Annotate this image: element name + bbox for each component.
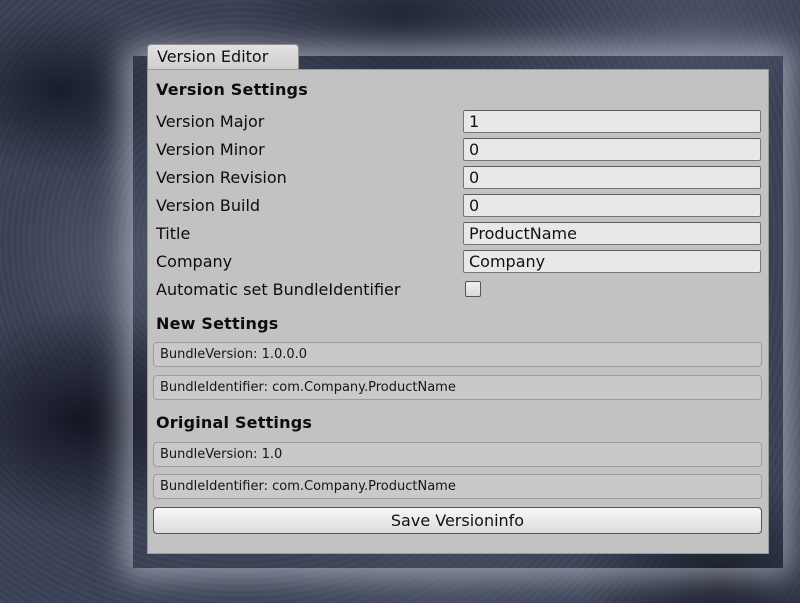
editor-panel: Version Settings Version Major 1 Version… xyxy=(147,69,769,554)
tab-version-editor[interactable]: Version Editor xyxy=(147,44,299,69)
version-build-label: Version Build xyxy=(156,196,261,215)
title-field[interactable]: ProductName xyxy=(463,222,761,245)
save-versioninfo-button[interactable]: Save Versioninfo xyxy=(153,507,762,534)
company-label: Company xyxy=(156,252,233,271)
version-revision-field[interactable]: 0 xyxy=(463,166,761,189)
version-editor-window: Version Editor Version Settings Version … xyxy=(147,44,769,554)
company-field[interactable]: Company xyxy=(463,250,761,273)
version-minor-field[interactable]: 0 xyxy=(463,138,761,161)
original-bundle-version-box: BundleVersion: 1.0 xyxy=(153,442,762,467)
version-major-field[interactable]: 1 xyxy=(463,110,761,133)
version-major-label: Version Major xyxy=(156,112,265,131)
auto-bundle-identifier-label: Automatic set BundleIdentifier xyxy=(156,280,401,299)
auto-bundle-identifier-checkbox[interactable] xyxy=(465,281,481,297)
original-bundle-identifier-box: BundleIdentifier: com.Company.ProductNam… xyxy=(153,474,762,499)
title-label: Title xyxy=(156,224,191,243)
version-build-field[interactable]: 0 xyxy=(463,194,761,217)
version-minor-label: Version Minor xyxy=(156,140,265,159)
new-bundle-version-box: BundleVersion: 1.0.0.0 xyxy=(153,342,762,367)
original-settings-heading: Original Settings xyxy=(156,413,313,432)
version-revision-label: Version Revision xyxy=(156,168,287,187)
version-settings-heading: Version Settings xyxy=(156,80,308,99)
new-bundle-identifier-box: BundleIdentifier: com.Company.ProductNam… xyxy=(153,375,762,400)
new-settings-heading: New Settings xyxy=(156,314,279,333)
